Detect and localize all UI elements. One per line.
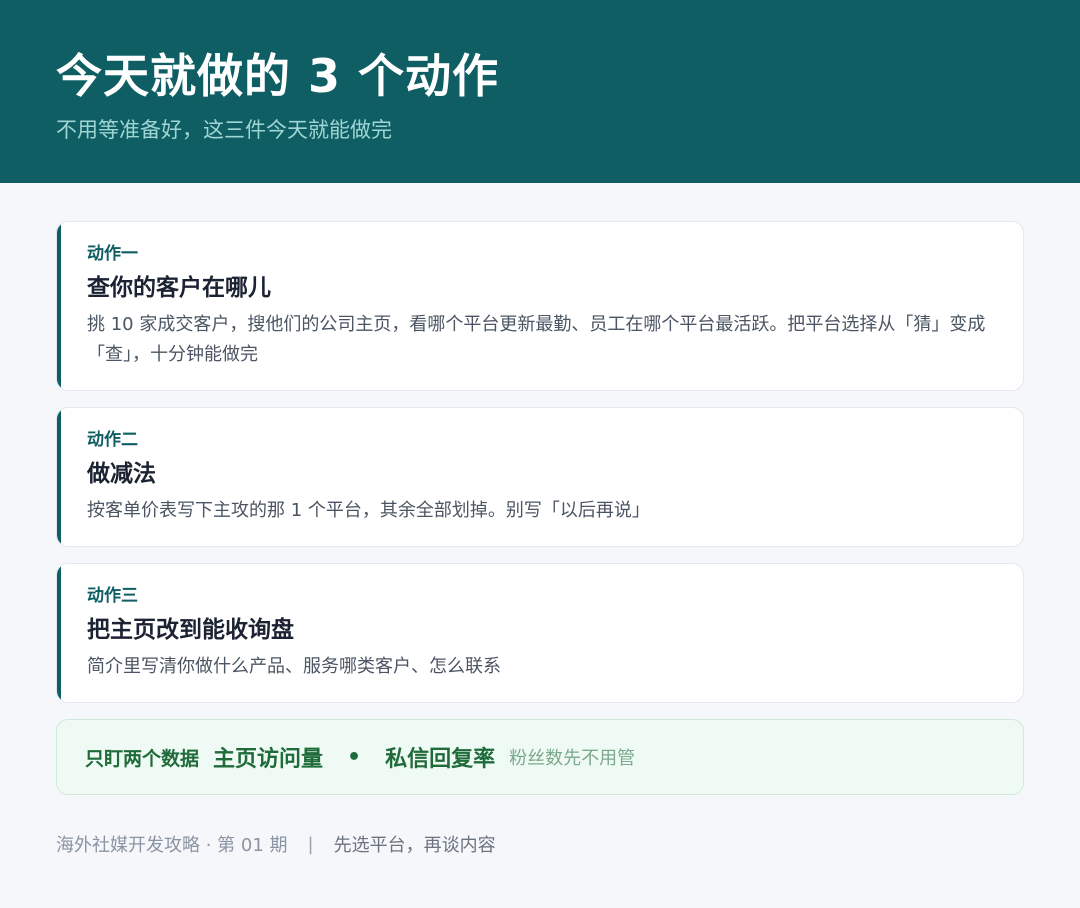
page-title: 今天就做的 3 个动作	[56, 49, 500, 103]
metrics-note: 粉丝数先不用管	[509, 748, 636, 769]
page-subtitle: 不用等准备好，这三件今天就能做完	[56, 118, 392, 142]
action-card-1: 动作一 查你的客户在哪儿 挑 10 家成交客户，搜他们的公司主页，看哪个平台更新…	[56, 221, 1024, 391]
footer: 海外社媒开发攻略 · 第 01 期 | 先选平台，再谈内容	[56, 831, 1024, 857]
footer-slogan: 先选平台，再谈内容	[333, 835, 496, 856]
action-description: 按客单价表写下主攻的那 1 个平台，其余全部划掉。别写「以后再说」	[87, 500, 650, 521]
metric-dm-reply-rate: 私信回复率	[385, 747, 496, 772]
action-title: 做减法	[87, 461, 156, 487]
action-card-2: 动作二 做减法 按客单价表写下主攻的那 1 个平台，其余全部划掉。别写「以后再说…	[56, 407, 1024, 547]
main-content: 动作一 查你的客户在哪儿 挑 10 家成交客户，搜他们的公司主页，看哪个平台更新…	[0, 183, 1080, 857]
action-card-3: 动作三 把主页改到能收询盘 简介里写清你做什么产品、服务哪类客户、怎么联系	[56, 563, 1024, 703]
action-title: 查你的客户在哪儿	[87, 275, 271, 301]
action-description: 挑 10 家成交客户，搜他们的公司主页，看哪个平台更新最勤、员工在哪个平台最活跃…	[87, 314, 986, 365]
action-title: 把主页改到能收询盘	[87, 617, 294, 643]
metric-separator: •	[347, 744, 362, 770]
action-tag: 动作二	[87, 430, 138, 450]
footer-divider: |	[307, 833, 314, 855]
action-tag: 动作三	[87, 586, 138, 606]
action-tag: 动作一	[87, 244, 138, 264]
metric-homepage-visits: 主页访问量	[213, 747, 324, 772]
header-banner: 今天就做的 3 个动作 不用等准备好，这三件今天就能做完	[0, 0, 1080, 183]
action-description: 简介里写清你做什么产品、服务哪类客户、怎么联系	[87, 656, 501, 677]
series-label: 海外社媒开发攻略 · 第 01 期	[56, 835, 288, 856]
metrics-callout: 只盯两个数据 主页访问量 • 私信回复率 粉丝数先不用管	[56, 719, 1024, 795]
metrics-label: 只盯两个数据	[85, 747, 200, 770]
